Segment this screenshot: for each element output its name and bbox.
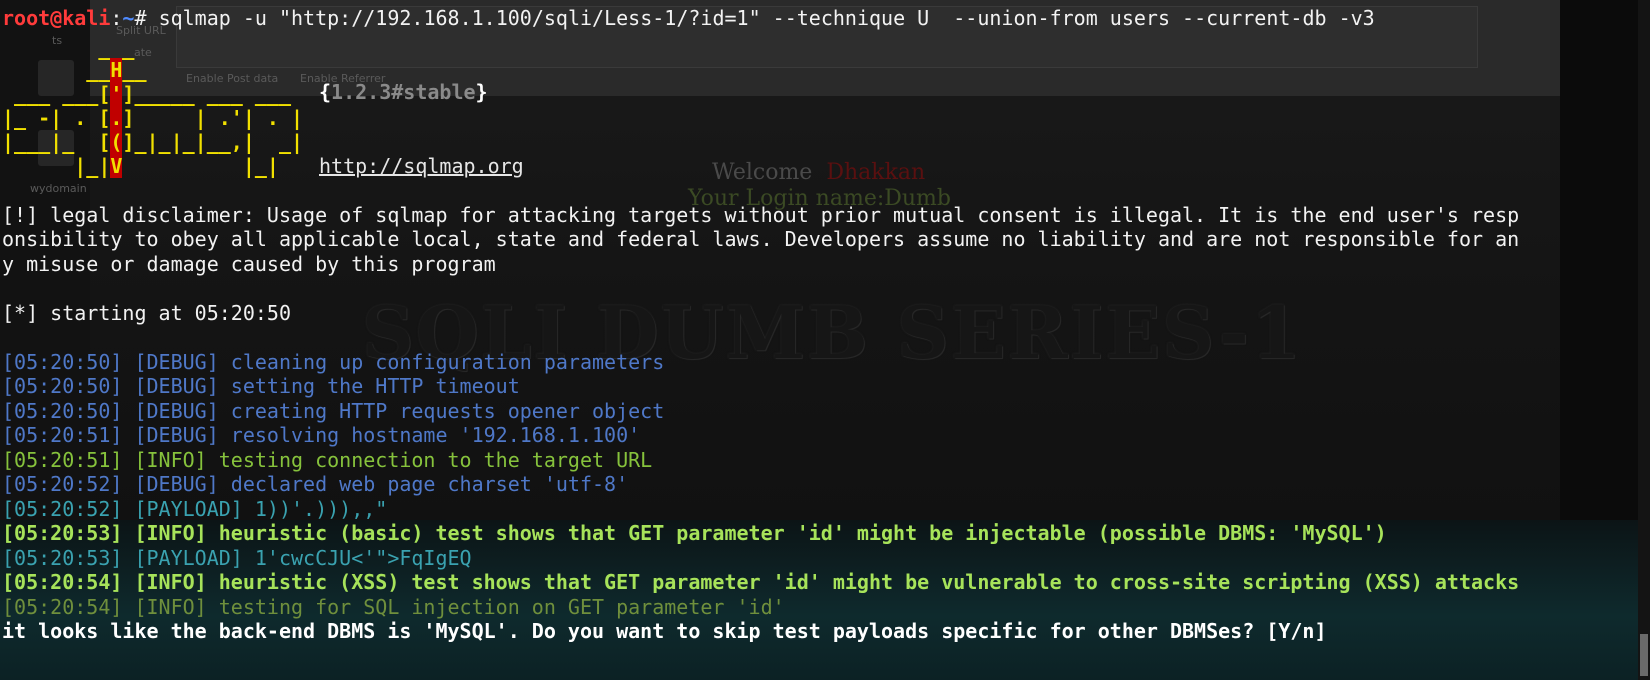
terminal-scrollbar[interactable] [1638,0,1650,680]
command-text: sqlmap -u "http://192.168.1.100/sqli/Les… [158,6,1375,30]
log-line: [05:20:53] [INFO] heuristic (basic) test… [2,521,1387,545]
log-line: [05:20:50] [DEBUG] cleaning up configura… [2,350,665,374]
disclaimer-line: y misuse or damage caused by this progra… [2,252,496,276]
command-prompt-line: root@kali:~# sqlmap -u "http://192.168.1… [2,6,1375,30]
banner-row: __H__ [2,58,147,82]
prompt-question[interactable]: it looks like the back-end DBMS is 'MySQ… [2,618,1327,644]
disclaimer-line: onsibility to obey all applicable local,… [2,227,1520,251]
sqlmap-version: {1.2.3#stable} [319,80,488,104]
disclaimer-line: [!] legal disclaimer: Usage of sqlmap fo… [2,203,1520,227]
banner-row: |___|_ [(]_|_|_|__,| _| [2,130,304,154]
banner-row: ___ ___[']_____ ___ ___ [2,82,304,106]
scrollbar-thumb[interactable] [1640,634,1648,676]
log-line: [05:20:51] [DEBUG] resolving hostname '1… [2,423,641,447]
sqlmap-website-link[interactable]: http://sqlmap.org [319,153,524,179]
log-line: [05:20:51] [INFO] testing connection to … [2,448,653,472]
log-line: [05:20:52] [DEBUG] declared web page cha… [2,472,629,496]
log-line: [05:20:50] [DEBUG] setting the HTTP time… [2,374,520,398]
terminal-output[interactable]: root@kali:~# sqlmap -u "http://192.168.1… [0,0,1638,680]
banner-row: |_|V |_| [2,154,304,178]
starting-time-line: [*] starting at 05:20:50 [2,301,291,325]
prompt-user-host: root@kali [2,6,111,30]
log-line: [05:20:53] [PAYLOAD] 1'cwcCJU<'">FqIgEQ [2,546,472,570]
log-line: [05:20:54] [INFO] heuristic (XSS) test s… [2,570,1520,594]
log-line: [05:20:52] [PAYLOAD] 1))'.))),," [2,497,388,521]
log-line: [05:20:50] [DEBUG] creating HTTP request… [2,399,665,423]
banner-row: |_ -| . [.] | .'| . | [2,106,304,130]
prompt-path: ~ [122,6,135,30]
log-line: [05:20:54] [INFO] testing for SQL inject… [2,595,785,619]
